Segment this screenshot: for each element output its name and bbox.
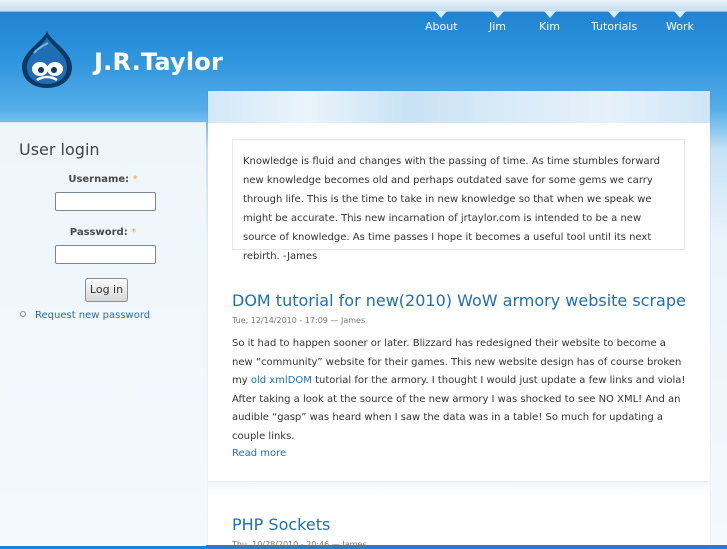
required-marker: * <box>132 174 138 185</box>
post-divider-shade <box>208 482 710 496</box>
nav-item-work[interactable]: Work <box>666 11 694 34</box>
post-title[interactable]: DOM tutorial for new(2010) WoW armory we… <box>232 291 686 310</box>
nav-item-about[interactable]: About <box>425 11 458 34</box>
intro-text: Knowledge is fluid and changes with the … <box>243 156 660 262</box>
nav-pointer-icon <box>543 11 556 18</box>
nav-item-tutorials[interactable]: Tutorials <box>591 11 637 34</box>
nav-item-kim[interactable]: Kim <box>539 11 560 34</box>
old-xmldom-link[interactable]: old xmlDOM <box>251 375 312 386</box>
post-title[interactable]: PHP Sockets <box>232 515 330 534</box>
password-field[interactable] <box>55 245 156 264</box>
main-content: Knowledge is fluid and changes with the … <box>208 91 710 549</box>
username-label: Username: * <box>68 174 138 185</box>
primary-nav: About Jim Kim Tutorials Work <box>407 11 727 43</box>
intro-block: Knowledge is fluid and changes with the … <box>232 139 685 262</box>
sidebar: User login Username: * Password: * Log i… <box>0 122 206 546</box>
post-meta: Tue, 12/14/2010 - 17:09 — James <box>232 316 366 325</box>
nav-item-jim[interactable]: Jim <box>489 11 506 34</box>
bullet-icon <box>20 311 26 317</box>
post-body: So it had to happen sooner or later. Bli… <box>232 338 686 442</box>
drupal-drop-icon[interactable] <box>20 29 74 89</box>
password-label: Password: * <box>69 227 137 238</box>
site-name[interactable]: J.R.Taylor <box>94 48 223 76</box>
nav-pointer-icon <box>608 11 621 18</box>
nav-pointer-icon <box>673 11 686 18</box>
username-field[interactable] <box>55 192 156 211</box>
user-login-title: User login <box>19 140 100 159</box>
required-marker: * <box>131 227 137 238</box>
request-password-link[interactable]: Request new password <box>35 310 150 321</box>
login-button[interactable]: Log in <box>85 278 128 302</box>
read-more-link[interactable]: Read more <box>232 448 286 459</box>
nav-pointer-icon <box>491 11 504 18</box>
content-header-band <box>208 91 710 123</box>
request-password-item: Request new password <box>20 310 150 321</box>
nav-pointer-icon <box>435 11 448 18</box>
